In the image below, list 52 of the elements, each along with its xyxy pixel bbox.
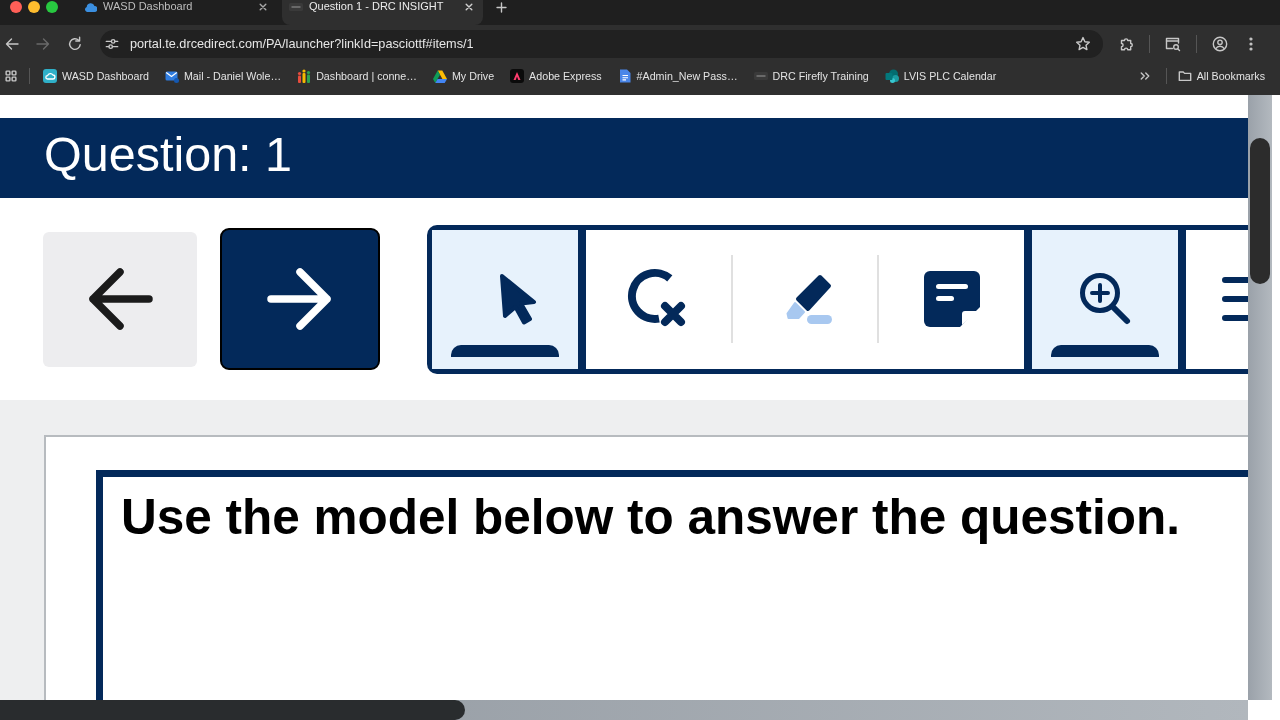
cloud-icon	[43, 69, 57, 83]
bookmark[interactable]: Mail - Daniel Wole…	[159, 64, 287, 88]
zoom-tool-button[interactable]	[1032, 229, 1178, 369]
close-tab-icon[interactable]	[258, 2, 268, 12]
browser-tab[interactable]: Question 1 - DRC INSIGHT	[282, 0, 483, 25]
cursor-arrow-icon	[499, 273, 537, 325]
envelope-icon	[164, 69, 179, 83]
bookmark[interactable]: My Drive	[427, 64, 500, 88]
cloud-icon	[83, 0, 97, 14]
scrollbar-thumb[interactable]	[0, 700, 465, 720]
address-bar[interactable]: portal.te.drcedirect.com/PA/launcher?linkId=pasciottf#items/1	[100, 29, 1103, 58]
bookmark[interactable]: #Admin_New Pass…	[612, 64, 743, 88]
apps-grid-icon[interactable]	[5, 70, 17, 82]
bookmark[interactable]: Dashboard | conne…	[292, 64, 422, 88]
bookmark-star-icon[interactable]	[1075, 35, 1091, 52]
next-button[interactable]	[220, 228, 380, 370]
window-close-icon[interactable]	[10, 1, 22, 13]
left-arrow-icon	[87, 267, 153, 331]
more-bookmarks-icon[interactable]	[1138, 70, 1151, 82]
scrollbar-thumb[interactable]	[1250, 138, 1270, 284]
menu-icon	[1222, 277, 1248, 321]
people-icon	[297, 69, 312, 83]
site-settings-icon[interactable]	[105, 36, 119, 51]
bookmark[interactable]: Adobe Express	[505, 64, 607, 88]
question-title: Question: 1	[44, 127, 293, 183]
passage-text: Use the model below to answer the question.	[121, 489, 1181, 546]
tile-icon	[753, 69, 768, 83]
tile-icon	[289, 0, 303, 14]
back-icon[interactable]	[4, 35, 20, 52]
note-icon	[923, 271, 980, 327]
bookmark[interactable]: WASD Dashboard	[38, 64, 154, 88]
tab-search-icon[interactable]	[1165, 35, 1181, 52]
address-url: portal.te.drcedirect.com/PA/launcher?linkId=pasciottf#items/1	[130, 36, 474, 51]
close-tab-icon[interactable]	[464, 2, 474, 12]
new-tab-icon[interactable]	[496, 2, 507, 13]
logo-tile-icon	[510, 69, 525, 83]
all-bookmarks-button[interactable]: All Bookmarks	[1172, 64, 1270, 88]
browser-tab[interactable]: WASD Dashboard	[76, 0, 277, 25]
reload-icon[interactable]	[67, 35, 83, 52]
folder-icon	[1177, 69, 1192, 83]
zoom-in-icon	[1078, 271, 1132, 327]
profile-icon[interactable]	[1212, 35, 1228, 52]
window-zoom-icon[interactable]	[46, 1, 58, 13]
window-minimize-icon[interactable]	[28, 1, 40, 13]
circles-logo-icon	[884, 69, 899, 83]
extensions-icon[interactable]	[1119, 35, 1135, 52]
triangle-logo-icon	[432, 69, 447, 83]
bookmark[interactable]: LVIS PLC Calendar	[879, 64, 1002, 88]
pointer-tool-button[interactable]	[432, 229, 578, 369]
document-icon	[617, 69, 632, 83]
right-arrow-icon	[267, 267, 333, 331]
bookmark[interactable]: DRC Firefly Training	[748, 64, 874, 88]
